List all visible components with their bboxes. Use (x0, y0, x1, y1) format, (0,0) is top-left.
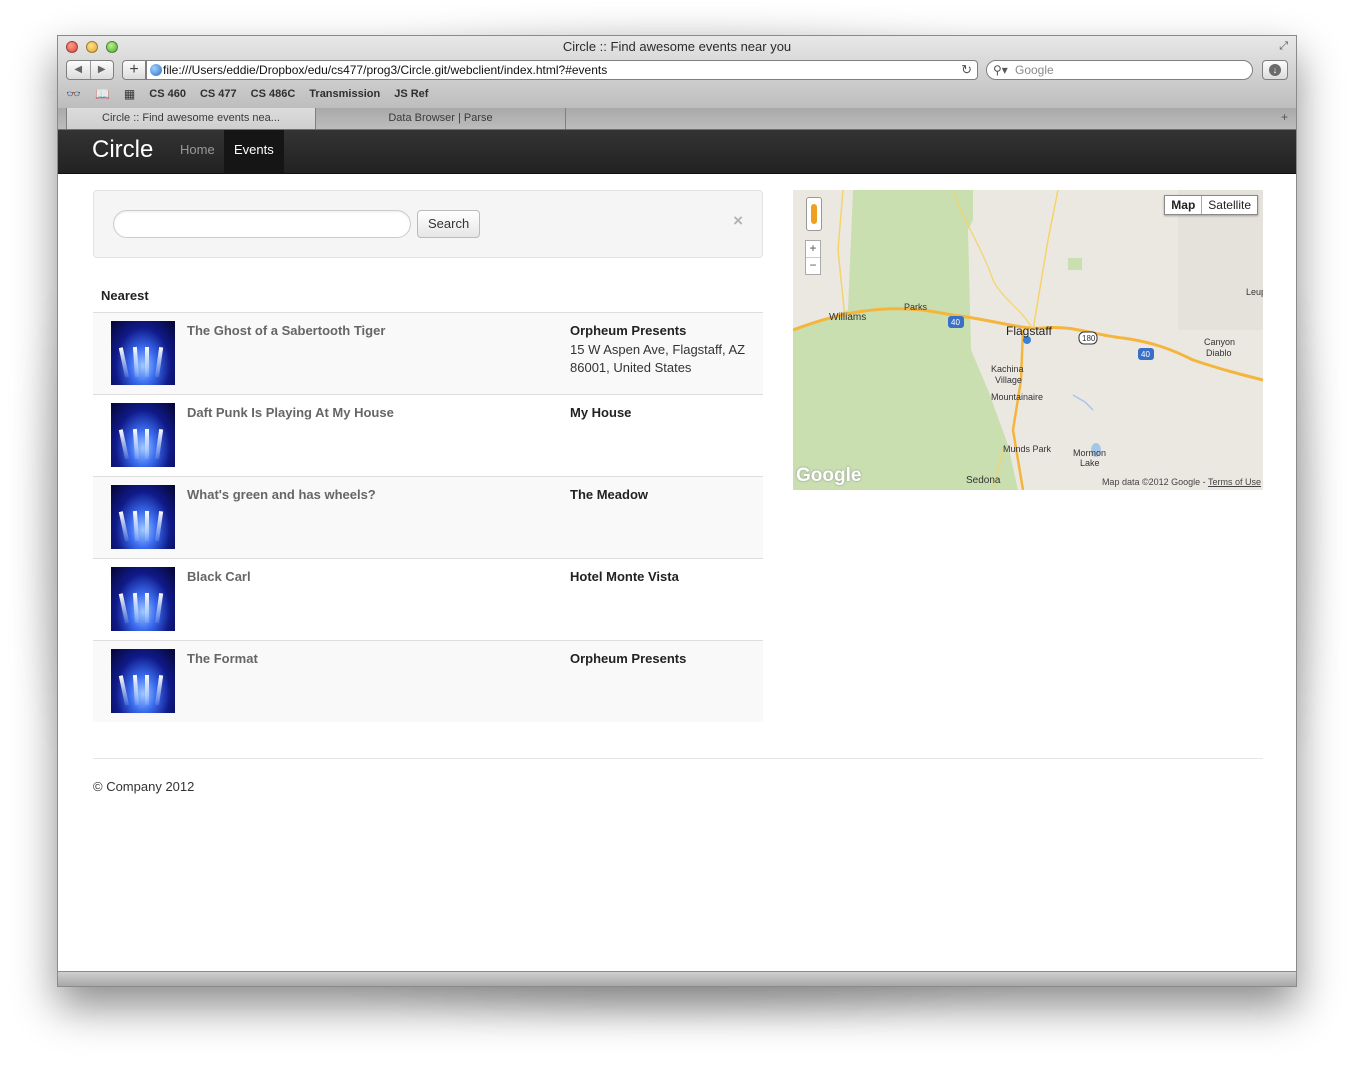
interstate-40-shield: 40 (1141, 350, 1150, 359)
event-title[interactable]: What's green and has wheels? (187, 487, 376, 502)
interstate-40-shield: 40 (951, 318, 960, 327)
map-type-control: Map Satellite (1164, 195, 1258, 215)
map-label-sedona: Sedona (966, 475, 1001, 486)
event-row[interactable]: What's green and has wheels? The Meadow (93, 477, 763, 559)
top-sites-grid-icon[interactable]: ▦ (124, 87, 135, 101)
new-tab-icon[interactable]: + (1281, 110, 1288, 124)
page-content: Circle Home Events Search × Nearest The … (58, 130, 1296, 974)
window-title: Circle :: Find awesome events near you (562, 39, 792, 54)
zoom-in-button[interactable]: + (806, 241, 820, 257)
back-arrow-icon[interactable]: ◀ (67, 61, 90, 79)
event-venue: Hotel Monte Vista (570, 569, 679, 584)
events-heading: Nearest (93, 288, 763, 313)
bookmark-item[interactable]: CS 477 (200, 88, 237, 100)
site-brand[interactable]: Circle (92, 136, 153, 164)
browser-chrome: Circle :: Find awesome events near you ⤢… (58, 36, 1296, 109)
map-type-map-button[interactable]: Map (1165, 196, 1203, 214)
events-column: Search × Nearest The Ghost of a Sabertoo… (93, 190, 763, 722)
map-label-diablo: Diablo (1206, 348, 1232, 358)
event-address: 15 W Aspen Ave, Flagstaff, AZ 86001, Uni… (570, 342, 746, 375)
event-thumbnail (111, 649, 175, 713)
close-icon[interactable]: × (733, 211, 743, 231)
map-label-parks: Parks (904, 302, 928, 312)
search-well: Search × (93, 190, 763, 258)
footer-text: © Company 2012 (93, 779, 195, 794)
browser-search-placeholder: Google (1015, 63, 1054, 77)
status-bar (58, 971, 1296, 986)
event-venue: Orpheum Presents (570, 323, 687, 338)
event-row[interactable]: Black Carl Hotel Monte Vista (93, 559, 763, 641)
google-logo: Google (796, 465, 862, 486)
events-list: The Ghost of a Sabertooth Tiger Orpheum … (93, 313, 763, 722)
tab-bar: Circle :: Find awesome events nea... Dat… (58, 108, 1296, 130)
site-navbar: Circle Home Events (58, 130, 1296, 174)
fullscreen-icon[interactable]: ⤢ (1279, 40, 1288, 53)
map-label-munds-park: Munds Park (1003, 444, 1052, 454)
map-label-village: Village (995, 375, 1022, 385)
add-bookmark-button[interactable]: + (122, 60, 146, 80)
event-thumbnail (111, 321, 175, 385)
us-180-shield: 180 (1082, 334, 1096, 343)
event-title[interactable]: Daft Punk Is Playing At My House (187, 405, 394, 420)
event-venue: The Meadow (570, 487, 649, 502)
address-bar[interactable]: file:///Users/eddie/Dropbox/edu/cs477/pr… (146, 60, 978, 80)
zoom-out-button[interactable]: − (806, 257, 820, 274)
map-type-satellite-button[interactable]: Satellite (1202, 196, 1257, 214)
event-venue: Orpheum Presents (570, 651, 687, 666)
map-label-canyon: Canyon (1204, 337, 1236, 347)
event-thumbnail (111, 567, 175, 631)
book-icon[interactable]: 📖 (95, 87, 110, 101)
bookmark-item[interactable]: CS 486C (251, 88, 296, 100)
event-row[interactable]: Daft Punk Is Playing At My House My Hous… (93, 395, 763, 477)
search-icon: ⚲▾ (993, 63, 1008, 77)
event-title[interactable]: The Format (187, 651, 258, 666)
event-venue: My House (570, 405, 632, 420)
search-button[interactable]: Search (417, 210, 481, 238)
tab-parse[interactable]: Data Browser | Parse (316, 108, 566, 129)
event-row[interactable]: The Ghost of a Sabertooth Tiger Orpheum … (93, 313, 763, 395)
map-label-flagstaff: Flagstaff (1006, 324, 1052, 338)
globe-icon (150, 64, 162, 76)
map-label-williams: Williams (829, 312, 867, 323)
browser-window: Circle :: Find awesome events near you ⤢… (57, 35, 1297, 987)
event-title[interactable]: Black Carl (187, 569, 251, 584)
map-label-mountainaire: Mountainaire (991, 392, 1044, 402)
address-text: file:///Users/eddie/Dropbox/edu/cs477/pr… (163, 63, 608, 77)
terms-of-use-link[interactable]: Terms of Use (1208, 477, 1261, 487)
footer-divider (93, 758, 1263, 759)
reading-list-icon[interactable]: 👓 (66, 87, 81, 101)
nav-home[interactable]: Home (170, 130, 225, 173)
forward-arrow-icon[interactable]: ▶ (89, 61, 114, 79)
map-label-leup: Leup (1246, 287, 1263, 297)
tab-circle[interactable]: Circle :: Find awesome events nea... (66, 108, 316, 129)
map-zoom-control: + − (805, 240, 821, 275)
event-title[interactable]: The Ghost of a Sabertooth Tiger (187, 323, 385, 338)
bookmark-item[interactable]: JS Ref (394, 88, 428, 100)
event-thumbnail (111, 485, 175, 549)
history-nav: ◀ ▶ (66, 60, 114, 80)
event-thumbnail (111, 403, 175, 467)
bookmarks-bar: 👓 📖 ▦ CS 460 CS 477 CS 486C Transmission… (66, 87, 428, 101)
map-label-kachina: Kachina (991, 364, 1024, 374)
download-icon: ↓ (1269, 64, 1281, 76)
reload-icon[interactable]: ↻ (961, 61, 972, 79)
map-label-lake: Lake (1080, 458, 1100, 468)
map-data-text: Map data ©2012 Google - (1101, 477, 1206, 487)
map-attribution: Map data ©2012 Google - Terms of Use (1102, 477, 1261, 487)
street-view-pegman-icon[interactable] (806, 197, 822, 231)
nav-events[interactable]: Events (224, 130, 284, 173)
bookmark-item[interactable]: Transmission (309, 88, 380, 100)
events-map[interactable]: Williams Parks Flagstaff Kachina Village… (793, 190, 1263, 490)
browser-search-field[interactable]: ⚲▾ Google (986, 60, 1253, 80)
map-label-mormon: Mormon (1073, 448, 1107, 458)
event-search-input[interactable] (113, 210, 411, 238)
event-row[interactable]: The Format Orpheum Presents (93, 641, 763, 722)
bookmark-item[interactable]: CS 460 (149, 88, 186, 100)
downloads-button[interactable]: ↓ (1262, 60, 1288, 80)
